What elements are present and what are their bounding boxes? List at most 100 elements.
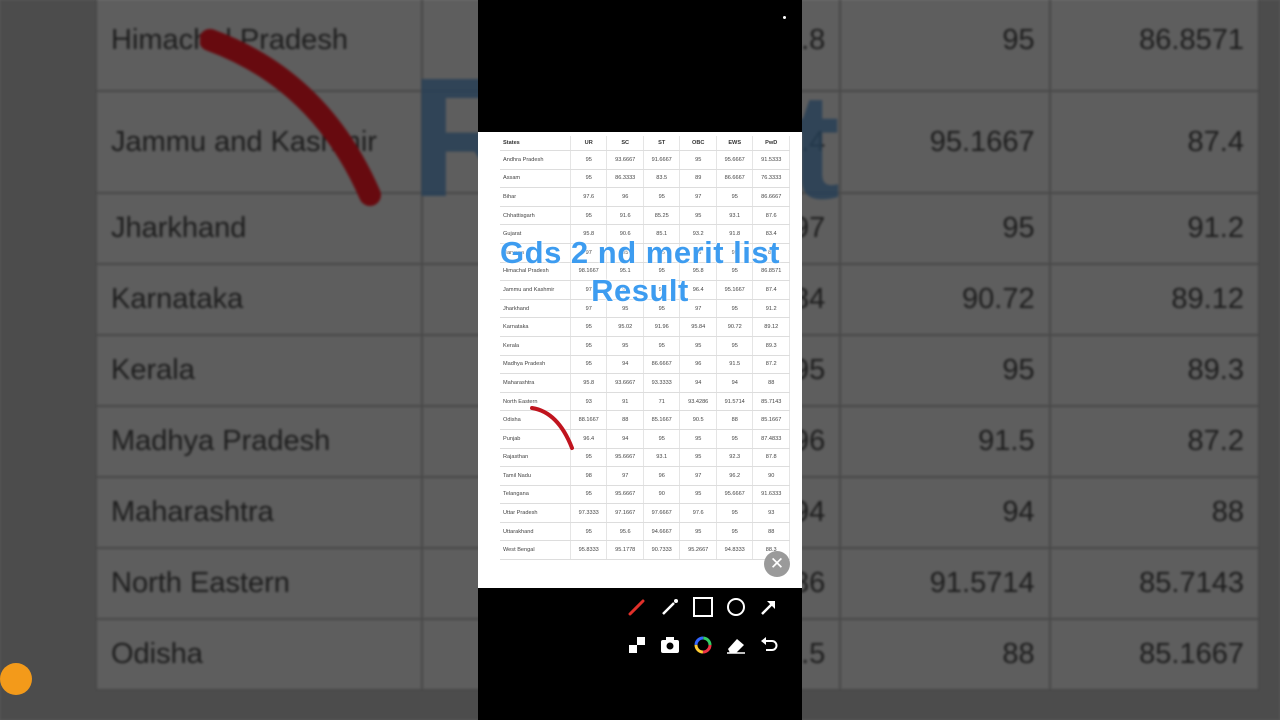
overlay-title-line1: Gds 2 nd merit list [500,235,780,270]
color-wheel-icon[interactable] [690,632,716,658]
value-cell: 94 [606,355,644,375]
value-cell: 86.6667 [643,355,681,375]
value-cell: 95 [679,522,717,542]
value-cell: 95.02 [606,317,644,337]
undo-icon[interactable] [756,632,782,658]
value-cell: 95.6667 [606,448,644,468]
value-cell: 89 [679,169,717,189]
value-cell: 76.3333 [752,169,790,189]
value-cell: 85.1667 [643,410,681,430]
state-cell: Uttarakhand [500,522,571,542]
arrow-icon[interactable] [756,594,782,620]
value-cell: 92.3 [716,448,754,468]
record-indicator[interactable] [0,663,32,695]
value-cell: 95.6667 [716,485,754,505]
value-cell: 95.8333 [570,540,608,561]
value-cell: 91.6 [606,206,644,226]
table-row: Karnataka 95 95.02 91.96 95.84 90.72 89.12 [500,317,790,337]
state-cell: Bihar [500,187,571,207]
value-cell: 95 [570,485,608,505]
close-button[interactable]: ✕ [764,551,790,577]
value-cell: 98 [570,466,608,486]
value-cell: 97 [679,187,717,207]
eraser-icon[interactable] [723,632,749,658]
value-cell: 95.6667 [606,485,644,505]
circle-icon[interactable] [723,594,749,620]
value-cell: 94 [679,373,717,393]
value-cell: 95 [679,150,717,170]
value-cell: 91 [606,392,644,412]
state-cell: Kerala [500,336,571,356]
value-cell: 90 [643,485,681,505]
value-cell: 95 [643,336,681,356]
value-cell: 87.8 [752,448,790,468]
value-cell: 94 [606,429,644,449]
value-cell: 95 [716,429,754,449]
value-cell: 91.5714 [716,392,754,412]
value-cell: 86.3333 [606,169,644,189]
value-cell: 95 [716,522,754,542]
value-cell: 88 [716,410,754,430]
screenshot-preview[interactable]: States UR SC ST OBC EWS PwD Andhra Pradesh 95 93… [478,132,802,588]
value-cell: 91.5333 [752,150,790,170]
value-cell: 85.25 [643,206,681,226]
value-cell: 95 [570,317,608,337]
state-cell: Madhya Pradesh [500,355,571,375]
value-cell: 95.8 [570,373,608,393]
value-cell: 87.4833 [752,429,790,449]
value-cell: 95.1778 [606,540,644,561]
value-cell: 90.72 [716,317,754,337]
value-cell: 97 [679,466,717,486]
value-cell: 96 [679,355,717,375]
magic-wand-icon[interactable] [657,594,683,620]
value-cell: 89.3 [752,336,790,356]
value-cell: 85.1667 [752,410,790,430]
value-cell: 71 [643,392,681,412]
overlay-title: Gds 2 nd merit list Result [478,234,802,310]
value-cell: 97.3333 [570,503,608,523]
state-cell: West Bengal [500,540,571,561]
table-row: Kerala 95 95 95 95 95 89.3 [500,336,790,356]
table-row: Assam 95 86.3333 83.5 89 86.6667 76.3333 [500,169,790,189]
value-cell: 95 [570,336,608,356]
table-row: Andhra Pradesh 95 93.6667 91.6667 95 95.6667 9… [500,150,790,170]
table-row: Bihar 97.6 96 95 97 95 86.6667 [500,187,790,207]
table-row: Maharashtra 95.8 93.6667 93.3333 94 94 88 [500,373,790,393]
value-cell: 85.7143 [752,392,790,412]
camera-icon[interactable] [657,632,683,658]
value-cell: 95 [570,169,608,189]
rectangle-icon[interactable] [690,594,716,620]
value-cell: 97.6 [570,187,608,207]
table-row: Tamil Nadu 98 97 96 97 96.2 90 [500,466,790,486]
table-header-cell: PwD [752,136,790,151]
value-cell: 95 [606,336,644,356]
value-cell: 93.6667 [606,373,644,393]
table-header-cell: OBC [679,136,717,151]
value-cell: 86.6667 [716,169,754,189]
state-cell: Chhattisgarh [500,206,571,226]
value-cell: 95 [570,206,608,226]
value-cell: 95 [570,355,608,375]
value-cell: 83.5 [643,169,681,189]
overlay-title-line2: Result [591,273,689,308]
value-cell: 91.6333 [752,485,790,505]
state-cell: Telangana [500,485,571,505]
value-cell: 86.6667 [752,187,790,207]
state-cell: Andhra Pradesh [500,150,571,170]
value-cell: 97.6 [679,503,717,523]
table-row: Uttar Pradesh 97.3333 97.1667 97.6667 97.6 95… [500,503,790,523]
table-row: Telangana 95 95.6667 90 95 95.6667 91.6333 [500,485,790,505]
value-cell: 95 [716,187,754,207]
table-row: Chhattisgarh 95 91.6 85.25 95 93.1 87.6 [500,206,790,226]
value-cell: 95.6 [606,522,644,542]
pen-icon[interactable] [624,594,650,620]
value-cell: 95.84 [679,317,717,337]
value-cell: 97 [606,466,644,486]
table-row: Madhya Pradesh 95 94 86.6667 96 91.5 87.2 [500,355,790,375]
mosaic-icon[interactable] [624,632,650,658]
value-cell: 97.6667 [643,503,681,523]
value-cell: 94.8333 [716,540,754,561]
status-dot [783,16,786,19]
value-cell: 93.3333 [643,373,681,393]
edit-toolbar [624,590,784,666]
